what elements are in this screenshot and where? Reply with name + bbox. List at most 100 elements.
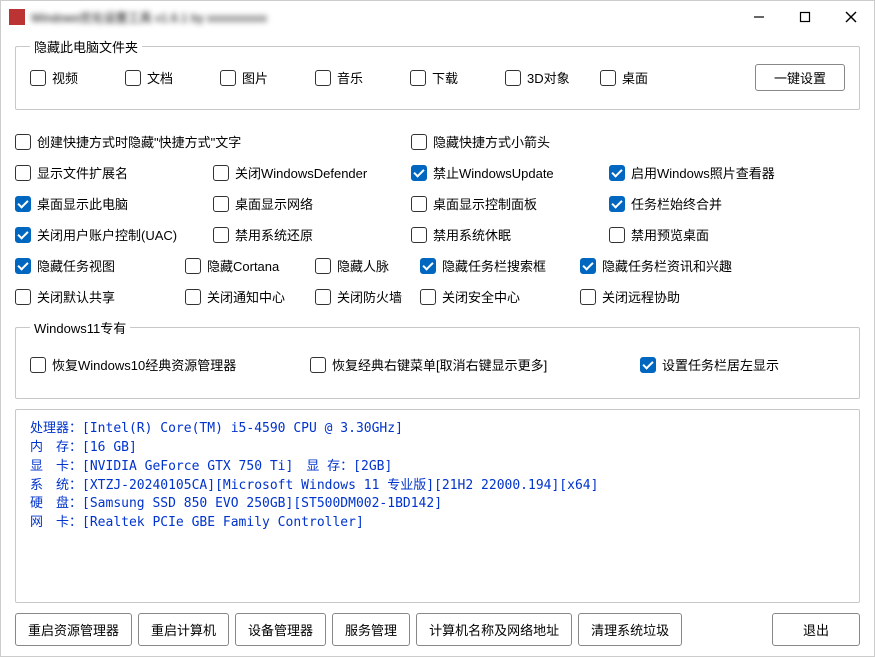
- win11-checkbox-0[interactable]: 恢复Windows10经典资源管理器: [30, 355, 310, 374]
- app-icon: [9, 9, 25, 25]
- clean-junk-button[interactable]: 清理系统垃圾: [578, 613, 682, 646]
- option-checkbox-4-0[interactable]: 隐藏任务视图: [15, 256, 185, 275]
- hide-folders-legend: 隐藏此电脑文件夹: [30, 37, 142, 56]
- option-checkbox-4-3[interactable]: 隐藏任务栏搜索框: [420, 256, 580, 275]
- option-checkbox-2-3[interactable]: 任务栏始终合并: [609, 194, 807, 213]
- win11-checkbox-2[interactable]: 设置任务栏居左显示: [640, 355, 845, 374]
- option-checkbox-3-0[interactable]: 关闭用户账户控制(UAC): [15, 225, 213, 244]
- checkbox-box: [609, 196, 625, 212]
- service-manager-button[interactable]: 服务管理: [332, 613, 410, 646]
- checkbox-box: [310, 357, 326, 373]
- checkbox-label: 关闭通知中心: [207, 287, 285, 306]
- option-checkbox-4-1[interactable]: 隐藏Cortana: [185, 256, 315, 275]
- checkbox-box: [213, 165, 229, 181]
- checkbox-label: 桌面显示网络: [235, 194, 313, 213]
- checkbox-box: [15, 165, 31, 181]
- option-checkbox-5-4[interactable]: 关闭远程协助: [580, 287, 860, 306]
- maximize-icon: [799, 11, 811, 23]
- option-checkbox-1-0[interactable]: 显示文件扩展名: [15, 163, 213, 182]
- checkbox-box: [125, 70, 141, 86]
- checkbox-label: 文档: [147, 68, 173, 87]
- checkbox-box: [609, 165, 625, 181]
- window: Windows优化设置工具 v1.6.1 by xxxxxxxxxx 隐藏此电脑…: [0, 0, 875, 657]
- option-checkbox-0-1[interactable]: 隐藏快捷方式小箭头: [411, 132, 807, 151]
- exit-button[interactable]: 退出: [772, 613, 860, 646]
- option-checkbox-4-4[interactable]: 隐藏任务栏资讯和兴趣: [580, 256, 860, 275]
- checkbox-box: [640, 357, 656, 373]
- checkbox-label: 关闭WindowsDefender: [235, 163, 367, 182]
- one-click-button[interactable]: 一键设置: [755, 64, 845, 91]
- close-icon: [845, 11, 857, 23]
- checkbox-label: 桌面显示此电脑: [37, 194, 128, 213]
- restart-pc-button[interactable]: 重启计算机: [138, 613, 229, 646]
- checkbox-box: [600, 70, 616, 86]
- window-controls: [736, 1, 874, 33]
- checkbox-box: [15, 258, 31, 274]
- client-area: 隐藏此电脑文件夹 视频 文档 图片 音乐下载 3D对象 桌面 一键设置 创建快捷方式时隐藏"…: [1, 33, 874, 656]
- checkbox-box: [410, 70, 426, 86]
- checkbox-label: 关闭用户账户控制(UAC): [37, 225, 177, 244]
- option-checkbox-0-0[interactable]: 创建快捷方式时隐藏"快捷方式"文字: [15, 132, 411, 151]
- checkbox-label: 禁止WindowsUpdate: [433, 163, 554, 182]
- checkbox-box: [411, 134, 427, 150]
- option-checkbox-1-2[interactable]: 禁止WindowsUpdate: [411, 163, 609, 182]
- checkbox-box: [15, 227, 31, 243]
- checkbox-label: 隐藏任务栏搜索框: [442, 256, 546, 275]
- sysinfo-gpu-label: 显 卡：: [30, 459, 82, 474]
- checkbox-label: 视频: [52, 68, 78, 87]
- checkbox-box: [315, 258, 331, 274]
- minimize-icon: [753, 11, 765, 23]
- folder-checkbox-0[interactable]: 视频: [30, 68, 125, 87]
- restart-explorer-button[interactable]: 重启资源管理器: [15, 613, 132, 646]
- checkbox-box: [580, 258, 596, 274]
- minimize-button[interactable]: [736, 1, 782, 33]
- sysinfo-disk-label: 硬 盘：: [30, 496, 82, 511]
- checkbox-label: 3D对象: [527, 68, 570, 87]
- option-checkbox-5-0[interactable]: 关闭默认共享: [15, 287, 185, 306]
- option-checkbox-3-2[interactable]: 禁用系统休眠: [411, 225, 609, 244]
- checkbox-label: 禁用系统休眠: [433, 225, 511, 244]
- sysinfo-gpu: [NVIDIA GeForce GTX 750 Ti] 显 存：[2GB]: [82, 459, 392, 474]
- option-checkbox-1-1[interactable]: 关闭WindowsDefender: [213, 163, 411, 182]
- option-checkbox-2-2[interactable]: 桌面显示控制面板: [411, 194, 609, 213]
- option-checkbox-2-0[interactable]: 桌面显示此电脑: [15, 194, 213, 213]
- device-manager-button[interactable]: 设备管理器: [235, 613, 326, 646]
- option-checkbox-5-2[interactable]: 关闭防火墙: [315, 287, 420, 306]
- checkbox-label: 恢复经典右键菜单[取消右键显示更多]: [332, 355, 547, 374]
- folder-checkbox-2[interactable]: 图片: [220, 68, 315, 87]
- option-checkbox-2-1[interactable]: 桌面显示网络: [213, 194, 411, 213]
- folder-checkbox-6[interactable]: 桌面: [600, 68, 695, 87]
- checkbox-label: 关闭安全中心: [442, 287, 520, 306]
- folder-checkbox-3[interactable]: 音乐: [315, 68, 410, 87]
- option-checkbox-5-1[interactable]: 关闭通知中心: [185, 287, 315, 306]
- checkbox-box: [220, 70, 236, 86]
- option-checkbox-5-3[interactable]: 关闭安全中心: [420, 287, 580, 306]
- checkbox-label: 禁用预览桌面: [631, 225, 709, 244]
- option-checkbox-3-1[interactable]: 禁用系统还原: [213, 225, 411, 244]
- sysinfo-net-label: 网 卡：: [30, 515, 82, 530]
- checkbox-label: 关闭默认共享: [37, 287, 115, 306]
- checkbox-label: 禁用系统还原: [235, 225, 313, 244]
- folder-checkbox-4[interactable]: 下载: [410, 68, 505, 87]
- option-row-2: 桌面显示此电脑 桌面显示网络 桌面显示控制面板任务栏始终合并: [15, 194, 860, 213]
- option-checkbox-3-3[interactable]: 禁用预览桌面: [609, 225, 807, 244]
- option-checkbox-4-2[interactable]: 隐藏人脉: [315, 256, 420, 275]
- checkbox-box: [505, 70, 521, 86]
- maximize-button[interactable]: [782, 1, 828, 33]
- checkbox-box: [213, 227, 229, 243]
- checkbox-label: 图片: [242, 68, 268, 87]
- option-row-5: 关闭默认共享 关闭通知中心 关闭防火墙 关闭安全中心 关闭远程协助: [15, 287, 860, 306]
- win11-row: 恢复Windows10经典资源管理器 恢复经典右键菜单[取消右键显示更多] 设置任务…: [30, 355, 845, 374]
- folder-checkbox-1[interactable]: 文档: [125, 68, 220, 87]
- checkbox-label: 隐藏人脉: [337, 256, 389, 275]
- checkbox-box: [315, 289, 331, 305]
- titlebar: Windows优化设置工具 v1.6.1 by xxxxxxxxxx: [1, 1, 874, 33]
- option-checkbox-1-3[interactable]: 启用Windows照片查看器: [609, 163, 807, 182]
- option-row-1: 显示文件扩展名 关闭WindowsDefender 禁止WindowsUpdate 启…: [15, 163, 860, 182]
- checkbox-label: 隐藏任务栏资讯和兴趣: [602, 256, 732, 275]
- folder-checkbox-5[interactable]: 3D对象: [505, 68, 600, 87]
- close-button[interactable]: [828, 1, 874, 33]
- computer-name-button[interactable]: 计算机名称及网络地址: [416, 613, 572, 646]
- win11-group: Windows11专有 恢复Windows10经典资源管理器恢复经典右键菜单[取…: [15, 318, 860, 399]
- win11-checkbox-1[interactable]: 恢复经典右键菜单[取消右键显示更多]: [310, 355, 640, 374]
